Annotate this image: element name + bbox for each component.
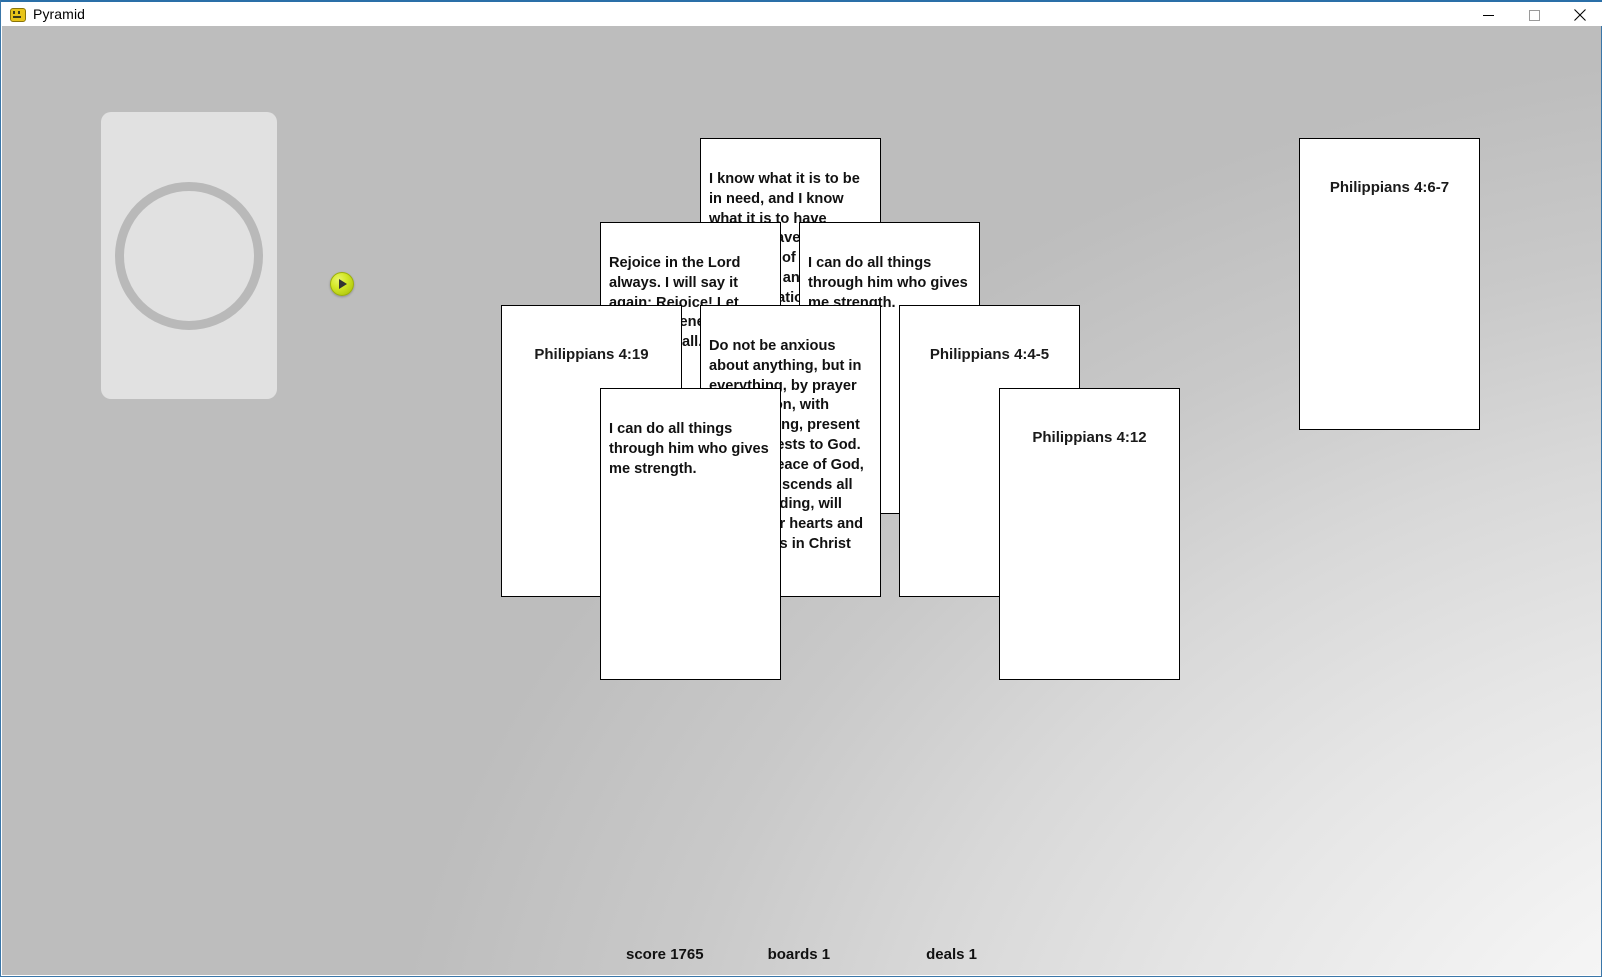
window-title: Pyramid [33, 6, 86, 22]
pyramid-app-icon [9, 6, 26, 22]
maximize-button[interactable] [1511, 2, 1557, 28]
title-bar-left: Pyramid [1, 2, 1465, 26]
deal-button[interactable] [330, 272, 354, 296]
playing-card[interactable]: Philippians 4:12 [999, 388, 1180, 680]
title-bar: Pyramid [1, 0, 1602, 26]
card-reference-label: Philippians 4:6-7 [1329, 179, 1450, 196]
play-triangle-icon [339, 279, 347, 289]
stock-pile-empty[interactable] [101, 112, 277, 399]
pyramid-app-window: Pyramid I know what it is to be in need,… [0, 0, 1602, 977]
close-button[interactable] [1557, 2, 1602, 28]
minimize-icon [1482, 14, 1494, 16]
circle-outline-icon [115, 181, 263, 330]
status-bar: score 1765 boards 1 deals 1 [2, 946, 1601, 963]
card-reference-label: Philippians 4:12 [1032, 429, 1147, 446]
window-controls [1465, 2, 1602, 26]
status-score: score 1765 [626, 946, 704, 963]
status-deals: deals 1 [926, 946, 977, 963]
card-reference-label: Philippians 4:19 [534, 346, 649, 363]
close-icon [1574, 9, 1586, 21]
playing-card[interactable]: Philippians 4:6-7 [1299, 138, 1480, 430]
card-reference-label: Philippians 4:4-5 [929, 346, 1050, 363]
minimize-button[interactable] [1465, 2, 1511, 28]
app-icon-mouth [13, 16, 21, 18]
app-icon-eye-right [18, 11, 20, 14]
card-verse-text: I can do all things through him who give… [609, 421, 769, 477]
game-board: I know what it is to be in need, and I k… [2, 26, 1601, 975]
status-boards: boards 1 [767, 946, 831, 963]
maximize-icon [1528, 9, 1540, 21]
playing-card[interactable]: I can do all things through him who give… [600, 388, 781, 680]
app-icon-eye-left [13, 11, 15, 14]
